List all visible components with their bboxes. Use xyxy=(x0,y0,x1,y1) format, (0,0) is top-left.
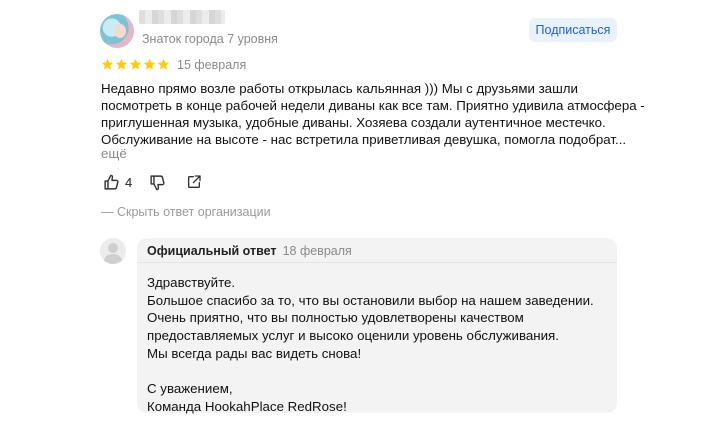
author-name-blurred[interactable] xyxy=(139,10,225,24)
thumb-up-icon[interactable] xyxy=(103,174,120,191)
review-text-line: приглушенная музыка, удобные диваны. Хоз… xyxy=(101,115,606,130)
star-icon xyxy=(157,58,170,70)
star-icon xyxy=(115,58,128,70)
likes-count: 4 xyxy=(125,175,133,190)
reply-text: Здравствуйте. Большое спасибо за то, что… xyxy=(147,274,594,416)
author-level: Знаток города 7 уровня xyxy=(142,32,278,46)
reply-text-line: Очень приятно, что вы полностью удовлетв… xyxy=(147,310,524,326)
reply-date: 18 февраля xyxy=(282,244,352,258)
reply-text-line: Большое спасибо за то, что вы остановили… xyxy=(147,292,594,308)
reply-text-line xyxy=(147,362,594,380)
subscribe-button[interactable]: Подписаться xyxy=(529,18,617,42)
star-icon xyxy=(143,58,156,70)
review-text: Недавно прямо возле работы открылась кал… xyxy=(101,80,645,148)
user-placeholder-icon xyxy=(100,238,126,264)
review-card: Знаток города 7 уровня Подписаться 15 фе… xyxy=(0,0,720,427)
review-date: 15 февраля xyxy=(177,58,247,72)
share-icon[interactable] xyxy=(186,174,202,190)
reply-text-line: Команда HookahPlace RedRose! xyxy=(147,398,347,414)
rating-stars xyxy=(101,58,170,71)
reply-text-line: Здравствуйте. xyxy=(147,275,236,290)
reply-text-line: С уважением, xyxy=(147,381,233,397)
reply-text-line: предоставляемых услуг и высоко оценили у… xyxy=(147,328,559,344)
star-icon xyxy=(129,58,142,70)
reply-title: Официальный ответ xyxy=(147,244,277,258)
review-text-line: Обслуживание на высоте - нас встретила п… xyxy=(101,132,627,147)
review-text-line: посмотреть в конце рабочей недели диваны… xyxy=(101,98,645,113)
hide-org-answer-link[interactable]: — Скрыть ответ организации xyxy=(101,205,271,219)
thumb-down-icon[interactable] xyxy=(149,174,166,191)
official-reply: Официальный ответ 18 февраля Здравствуйте… xyxy=(137,238,617,416)
read-more-link[interactable]: ещё xyxy=(101,146,127,161)
star-icon xyxy=(101,58,114,70)
reply-body: Здравствуйте. Большое спасибо за то, что… xyxy=(137,262,617,416)
reply-text-line: Мы всегда рады вас видеть снова! xyxy=(147,345,362,361)
author-avatar[interactable] xyxy=(100,14,134,48)
reply-header: Официальный ответ 18 февраля xyxy=(147,244,352,258)
review-text-line: Недавно прямо возле работы открылась кал… xyxy=(101,81,578,96)
